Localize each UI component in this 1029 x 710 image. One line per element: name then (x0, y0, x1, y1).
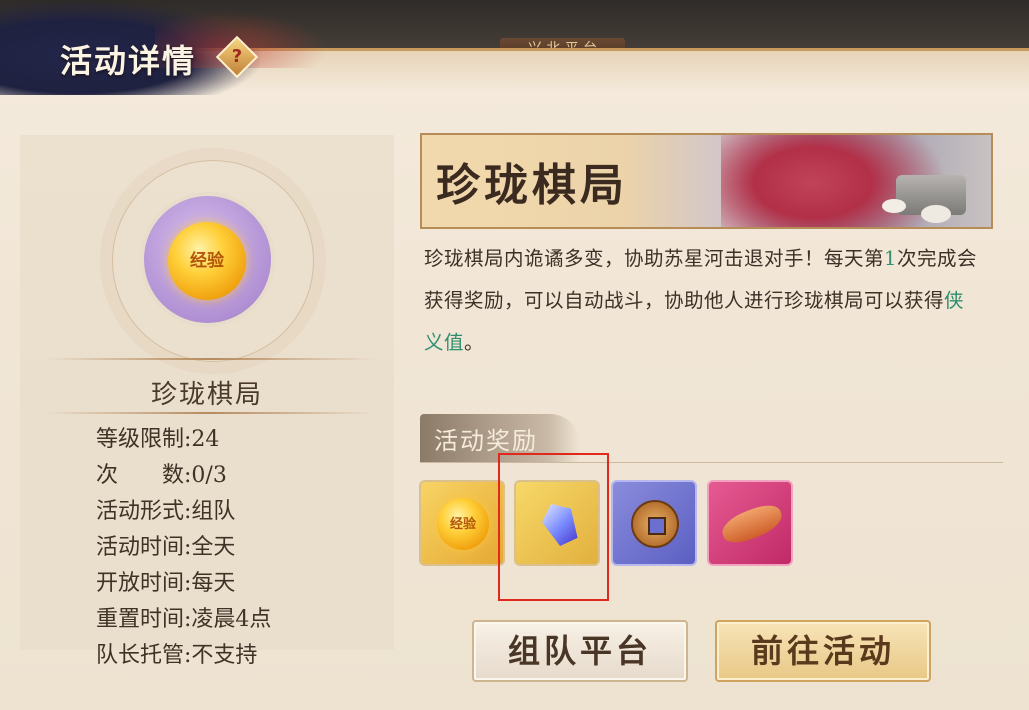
info-label: 开放时间: (96, 571, 192, 596)
info-row-format: 活动形式:组队 (96, 496, 271, 532)
selection-highlight-box (498, 453, 609, 601)
info-row-level-limit: 等级限制:24 (96, 424, 271, 460)
divider (45, 358, 375, 360)
info-label: 等级限制: (96, 427, 192, 452)
info-value: 0/3 (191, 463, 227, 488)
go-piece-image (882, 199, 906, 213)
page-title: 活动详情 (60, 42, 197, 80)
info-value: 24 (191, 427, 220, 452)
description-highlight-count: 1 (884, 247, 897, 270)
info-value: 不支持 (191, 643, 258, 668)
activity-description: 珍珑棋局内诡谲多变，协助苏星河击退对手！每天第1次完成会获得奖励，可以自动战斗，… (424, 238, 984, 364)
info-row-reset: 重置时间:凌晨4点 (96, 604, 271, 640)
info-row-count: 次 数:0/3 (96, 460, 271, 496)
reward-slot-experience[interactable]: 经验 (419, 480, 505, 566)
team-platform-button[interactable]: 组队平台 (472, 620, 688, 682)
banner-title: 珍珑棋局 (436, 160, 628, 211)
activity-info-list: 等级限制:24 次 数:0/3 活动形式:组队 活动时间:全天 开放时间:每天 … (96, 424, 271, 676)
dried-fish-icon (718, 500, 786, 548)
reward-slot-dried-fish[interactable] (707, 480, 793, 566)
go-to-activity-button[interactable]: 前往活动 (715, 620, 931, 682)
divider (45, 412, 375, 414)
activity-name: 珍珑棋局 (150, 380, 263, 410)
description-text: 珍珑棋局内诡谲多变，协助苏星河击退对手！每天第 (424, 247, 885, 270)
info-label: 重置时间: (96, 607, 192, 632)
info-value: 全天 (191, 535, 236, 560)
info-label: 次 数: (96, 463, 192, 488)
info-value: 每天 (191, 571, 236, 596)
info-value: 凌晨4点 (191, 607, 272, 632)
help-icon-glyph: ? (231, 46, 243, 67)
rewards-title: 活动奖励 (434, 427, 538, 455)
reward-slot-copper-coin[interactable] (611, 480, 697, 566)
go-piece-image (921, 205, 951, 223)
info-label: 活动形式: (96, 499, 192, 524)
activity-banner: 珍珑棋局 (420, 133, 993, 229)
experience-coin-icon: 经验 (168, 222, 246, 300)
info-label: 活动时间: (96, 535, 192, 560)
info-value: 组队 (191, 499, 236, 524)
description-text: 。 (464, 331, 485, 354)
info-row-leader-auto: 队长托管:不支持 (96, 640, 271, 676)
info-label: 队长托管: (96, 643, 192, 668)
info-row-time: 活动时间:全天 (96, 532, 271, 568)
experience-coin-icon: 经验 (437, 498, 489, 550)
copper-coin-icon (631, 500, 679, 548)
info-row-open: 开放时间:每天 (96, 568, 271, 604)
